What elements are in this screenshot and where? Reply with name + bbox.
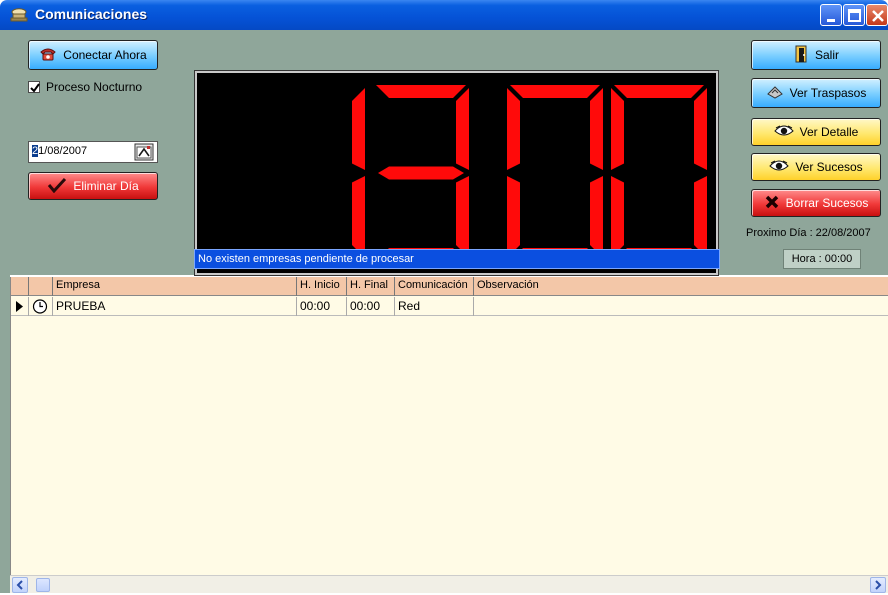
clock-icon: [29, 297, 53, 316]
nightly-process-label: Proceso Nocturno: [46, 80, 143, 94]
left-frame: [0, 275, 10, 593]
calendar-icon[interactable]: [134, 143, 154, 161]
header-h-final[interactable]: H. Final: [347, 277, 395, 296]
header-empresa[interactable]: Empresa: [53, 277, 297, 296]
telephone-icon: [39, 46, 57, 65]
segment-g: [378, 166, 464, 180]
cell-comunicacion: Red: [395, 297, 474, 316]
segment-f: [611, 88, 624, 170]
window-title: Comunicaciones: [35, 6, 148, 22]
header-indicator: [11, 277, 29, 296]
seven-segment-display: [352, 85, 707, 261]
table-row[interactable]: PRUEBA 00:00 00:00 Red: [11, 297, 888, 316]
segment-b: [456, 88, 469, 170]
segment-e: [611, 176, 624, 258]
segment-a: [376, 85, 466, 98]
control-panel: Conectar Ahora Proceso Nocturno 21/08/20…: [0, 30, 888, 276]
header-comunicacion[interactable]: Comunicación: [395, 277, 474, 296]
header-icon-col: [29, 277, 53, 296]
view-detail-button[interactable]: Ver Detalle: [751, 118, 881, 146]
companies-grid: Empresa H. Inicio H. Final Comunicación …: [10, 277, 888, 575]
hour-display: Hora : 00:00: [783, 249, 861, 269]
view-detail-label: Ver Detalle: [799, 125, 859, 139]
close-button[interactable]: [866, 4, 888, 26]
nightly-process-checkbox[interactable]: Proceso Nocturno: [28, 80, 142, 94]
eye-icon: [769, 159, 790, 176]
connect-now-label: Conectar Ahora: [63, 48, 147, 62]
scroll-thumb[interactable]: [36, 578, 50, 592]
segment-e: [507, 176, 520, 258]
horizontal-scrollbar[interactable]: [10, 575, 888, 593]
view-events-label: Ver Sucesos: [795, 160, 863, 174]
segment-b: [352, 88, 365, 170]
view-transfers-label: Ver Traspasos: [789, 86, 867, 100]
segment-a: [510, 85, 600, 98]
delete-events-button[interactable]: Borrar Sucesos: [751, 189, 881, 217]
maximize-button[interactable]: [843, 4, 865, 26]
scroll-right-icon[interactable]: [870, 577, 886, 593]
delete-events-label: Borrar Sucesos: [785, 196, 869, 210]
checkmark-icon: [47, 177, 67, 196]
segment-c: [456, 176, 469, 258]
segment-c: [694, 176, 707, 258]
checkbox-box[interactable]: [28, 81, 40, 93]
status-message: No existen empresas pendiente de procesa…: [194, 249, 720, 269]
cell-empresa: PRUEBA: [53, 297, 297, 316]
grid-header: Empresa H. Inicio H. Final Comunicación …: [11, 277, 888, 296]
segment-c: [352, 176, 365, 258]
row-pointer-icon: [11, 297, 29, 316]
title-bar[interactable]: Comunicaciones: [0, 0, 888, 30]
minimize-button[interactable]: [820, 4, 842, 26]
app-icon: [10, 7, 28, 23]
segment-f: [507, 88, 520, 170]
segment-a: [614, 85, 704, 98]
cell-h-final: 00:00: [347, 297, 395, 316]
date-value: 1/08/2007: [38, 145, 88, 157]
header-observacion[interactable]: Observación: [474, 277, 888, 296]
next-day-label: Proximo Día : 22/08/2007: [746, 227, 871, 239]
view-events-button[interactable]: Ver Sucesos: [751, 153, 881, 181]
exit-label: Salir: [814, 48, 839, 62]
scroll-left-icon[interactable]: [12, 577, 28, 593]
header-h-inicio[interactable]: H. Inicio: [297, 277, 347, 296]
segment-b: [694, 88, 707, 170]
transfer-icon: [766, 84, 784, 103]
exit-button[interactable]: Salir: [751, 40, 881, 70]
delete-day-label: Eliminar Día: [73, 179, 139, 193]
view-transfers-button[interactable]: Ver Traspasos: [751, 78, 881, 108]
delete-day-button[interactable]: Eliminar Día: [28, 172, 158, 200]
x-icon: [764, 194, 780, 213]
segment-c: [590, 176, 603, 258]
segment-b: [590, 88, 603, 170]
digital-clock: [194, 70, 719, 276]
eye-icon: [773, 124, 794, 141]
cell-observacion: [474, 297, 888, 316]
door-icon: [793, 45, 809, 66]
connect-now-button[interactable]: Conectar Ahora: [28, 40, 158, 70]
cell-h-inicio: 00:00: [297, 297, 347, 316]
